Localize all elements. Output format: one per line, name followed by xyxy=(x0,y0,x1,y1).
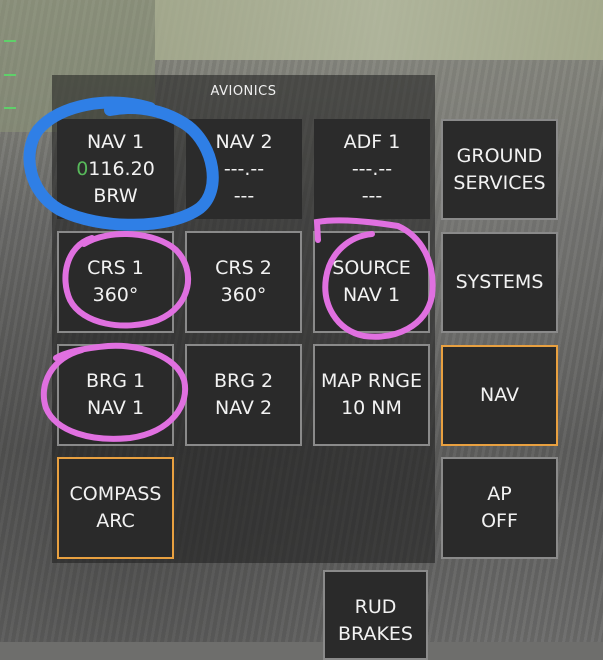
map-range-value: 10 NM xyxy=(341,397,402,419)
rudder-brakes-button[interactable]: RUD BRAKES xyxy=(323,570,428,660)
crs2-button[interactable]: CRS 2 360° xyxy=(185,231,302,333)
brg1-value: NAV 1 xyxy=(86,397,145,419)
ground-services-label-line2: SERVICES xyxy=(453,171,546,194)
systems-button[interactable]: SYSTEMS xyxy=(441,232,558,333)
hud-tick xyxy=(4,107,16,109)
nav1-frequency: 0116.20 xyxy=(76,156,155,183)
brg1-label: BRG 1 xyxy=(85,370,146,392)
panel-title: AVIONICS xyxy=(210,84,277,99)
nav1-label: NAV 1 xyxy=(86,130,145,153)
compass-button[interactable]: COMPASS ARC xyxy=(57,457,174,559)
map-range-label: MAP RNGE xyxy=(320,370,423,392)
nav2-frequency: ---.-- xyxy=(223,157,265,180)
nav2-button[interactable]: NAV 2 ---.-- --- xyxy=(186,119,302,219)
crs1-button[interactable]: CRS 1 360° xyxy=(57,231,174,333)
rud-brakes-value: BRAKES xyxy=(338,623,413,645)
compass-value: ARC xyxy=(96,510,135,532)
compass-label: COMPASS xyxy=(69,483,162,505)
brg2-label: BRG 2 xyxy=(213,370,274,392)
ground-services-label-line1: GROUND xyxy=(456,144,543,167)
nav1-ident: BRW xyxy=(93,184,138,207)
nav2-label: NAV 2 xyxy=(215,130,273,153)
brg2-value: NAV 2 xyxy=(214,397,273,419)
crs2-label: CRS 2 xyxy=(215,257,272,279)
ap-value: OFF xyxy=(481,510,518,532)
systems-label: SYSTEMS xyxy=(455,271,544,293)
nav-label: NAV xyxy=(480,384,519,406)
adf1-ident: --- xyxy=(361,184,383,207)
crs1-value: 360° xyxy=(92,284,139,306)
hud-tick xyxy=(4,40,16,42)
brg2-button[interactable]: BRG 2 NAV 2 xyxy=(185,344,302,446)
nav-button[interactable]: NAV xyxy=(441,345,558,446)
crs1-label: CRS 1 xyxy=(87,257,144,279)
ground-services-button[interactable]: GROUND SERVICES xyxy=(441,119,558,220)
ap-button[interactable]: AP OFF xyxy=(441,457,558,559)
adf1-label: ADF 1 xyxy=(343,130,401,153)
source-label: SOURCE xyxy=(332,257,411,279)
ap-label: AP xyxy=(487,483,512,505)
nav1-button[interactable]: NAV 1 0116.20 BRW xyxy=(57,119,174,219)
crs2-value: 360° xyxy=(220,284,267,306)
map-range-button[interactable]: MAP RNGE 10 NM xyxy=(313,344,430,446)
adf1-button[interactable]: ADF 1 ---.-- --- xyxy=(314,119,430,219)
source-value: NAV 1 xyxy=(342,284,401,306)
brg1-button[interactable]: BRG 1 NAV 1 xyxy=(57,344,174,446)
hud-tick xyxy=(4,74,16,76)
nav1-cursor-digit: 0 xyxy=(76,157,89,180)
sky-background xyxy=(155,0,603,60)
adf1-frequency: ---.-- xyxy=(351,157,393,180)
nav1-freq-value: 116.20 xyxy=(88,157,155,180)
source-button[interactable]: SOURCE NAV 1 xyxy=(313,231,430,333)
rud-brakes-label: RUD xyxy=(354,596,397,618)
nav2-ident: --- xyxy=(233,184,255,207)
